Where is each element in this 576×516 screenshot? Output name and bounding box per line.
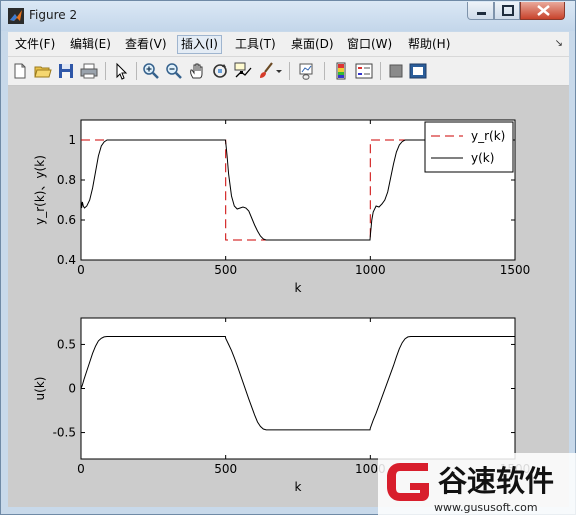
y-tick-label: 0.8 bbox=[57, 173, 76, 187]
y-axis-label: y_r(k)、y(k) bbox=[33, 155, 47, 225]
brush-button[interactable] bbox=[256, 61, 276, 81]
menu-help[interactable]: 帮助(H) bbox=[405, 36, 453, 53]
x-axis-label: k bbox=[295, 480, 302, 494]
brand-name: 谷速软件 bbox=[438, 464, 554, 498]
zoom-out-button[interactable] bbox=[164, 61, 184, 81]
colorbar-button[interactable] bbox=[331, 61, 351, 81]
open-file-icon bbox=[34, 66, 52, 78]
hide-plot-tools-button[interactable] bbox=[386, 61, 406, 81]
figure-window: Figure 2 文件(F) 编辑(E) 查看(V) 插入(I) 工具(T) 桌… bbox=[0, 0, 576, 516]
save-button[interactable] bbox=[56, 61, 76, 81]
zoom-out-icon bbox=[166, 63, 182, 79]
maximize-button[interactable] bbox=[494, 2, 520, 20]
toolbar-separator bbox=[289, 62, 290, 80]
data-cursor-button[interactable] bbox=[233, 61, 253, 81]
close-icon bbox=[537, 5, 550, 16]
pan-button[interactable] bbox=[187, 61, 207, 81]
save-icon bbox=[59, 64, 73, 78]
menu-bar: 文件(F) 编辑(E) 查看(V) 插入(I) 工具(T) 桌面(D) 窗口(W… bbox=[8, 32, 569, 57]
new-figure-button[interactable] bbox=[10, 61, 30, 81]
edit-plot-button[interactable] bbox=[111, 61, 131, 81]
brush-dropdown-button[interactable] bbox=[274, 61, 284, 81]
rotate-3d-button[interactable] bbox=[210, 61, 230, 81]
link-plot-button[interactable] bbox=[297, 61, 317, 81]
y-tick-label: 1 bbox=[68, 133, 76, 147]
menu-window[interactable]: 窗口(W) bbox=[344, 36, 395, 53]
rotate-3d-icon bbox=[213, 64, 227, 78]
y-tick-label: 0 bbox=[68, 382, 76, 396]
x-tick-label: 0 bbox=[77, 263, 85, 277]
close-button[interactable] bbox=[520, 2, 565, 20]
y-tick-label: -0.5 bbox=[53, 426, 76, 440]
legend-label: y(k) bbox=[471, 151, 494, 165]
show-plot-tools-icon bbox=[409, 63, 427, 79]
maximize-icon bbox=[502, 5, 514, 16]
toolbar-separator bbox=[105, 62, 106, 80]
top-axes[interactable]: 0 500 1000 1500 0.4 0.6 0.8 1 k y_r(k)、y(k) y_r(k)… bbox=[33, 119, 531, 295]
pan-icon bbox=[190, 63, 203, 79]
menu-edit[interactable]: 编辑(E) bbox=[67, 36, 114, 53]
hide-plot-tools-icon bbox=[389, 64, 403, 78]
x-tick-label: 1500 bbox=[500, 263, 531, 277]
zoom-in-button[interactable] bbox=[141, 61, 161, 81]
show-plot-tools-button[interactable] bbox=[408, 61, 428, 81]
x-tick-label: 0 bbox=[77, 462, 85, 476]
menu-insert[interactable]: 插入(I) bbox=[177, 35, 222, 54]
link-plot-icon bbox=[299, 63, 313, 80]
figure-toolbar bbox=[8, 57, 569, 86]
figure-canvas: 0 500 1000 1500 0.4 0.6 0.8 1 k y_r(k)、y(k) y_r(k)… bbox=[8, 86, 569, 507]
x-axis-label: k bbox=[295, 281, 302, 295]
print-icon bbox=[80, 63, 98, 79]
zoom-in-icon bbox=[143, 63, 159, 79]
watermark-logo: 谷速软件 www.gususoft.com bbox=[378, 453, 576, 516]
y-tick-label: 0.6 bbox=[57, 213, 76, 227]
colorbar-icon bbox=[336, 62, 346, 80]
chevron-down-icon bbox=[276, 70, 282, 73]
y-tick-label: 0.4 bbox=[57, 253, 76, 267]
legend-button[interactable] bbox=[354, 61, 374, 81]
edit-plot-icon bbox=[116, 62, 128, 80]
toolbar-separator bbox=[324, 62, 325, 80]
x-tick-label: 500 bbox=[214, 263, 237, 277]
menu-dock-icon[interactable]: ↘ bbox=[555, 38, 563, 49]
open-file-button[interactable] bbox=[33, 61, 53, 81]
menu-desktop[interactable]: 桌面(D) bbox=[288, 36, 337, 53]
data-cursor-icon bbox=[234, 62, 252, 78]
x-tick-label: 500 bbox=[214, 462, 237, 476]
plot-area[interactable]: 0 500 1000 1500 0.4 0.6 0.8 1 k y_r(k)、y(k) y_r(k)… bbox=[8, 86, 569, 507]
print-button[interactable] bbox=[79, 61, 99, 81]
menu-tools[interactable]: 工具(T) bbox=[232, 36, 279, 53]
toolbar-separator bbox=[136, 62, 137, 80]
toolbar-separator bbox=[380, 62, 381, 80]
y-tick-label: 0.5 bbox=[57, 337, 76, 351]
new-figure-icon bbox=[14, 63, 26, 79]
minimize-button[interactable] bbox=[467, 2, 494, 20]
axes-box bbox=[80, 317, 516, 460]
title-bar[interactable]: Figure 2 bbox=[1, 1, 575, 31]
menu-file[interactable]: 文件(F) bbox=[12, 36, 58, 53]
brand-url: www.gususoft.com bbox=[434, 501, 538, 514]
window-title: Figure 2 bbox=[29, 8, 78, 22]
brush-icon bbox=[260, 62, 273, 78]
legend-label: y_r(k) bbox=[471, 129, 505, 143]
x-tick-label: 1000 bbox=[355, 263, 386, 277]
menu-view[interactable]: 查看(V) bbox=[122, 36, 170, 53]
matlab-logo-icon bbox=[8, 8, 24, 24]
y-axis-label: u(k) bbox=[33, 377, 47, 401]
legend-icon bbox=[355, 63, 373, 79]
minimize-icon bbox=[477, 12, 486, 15]
